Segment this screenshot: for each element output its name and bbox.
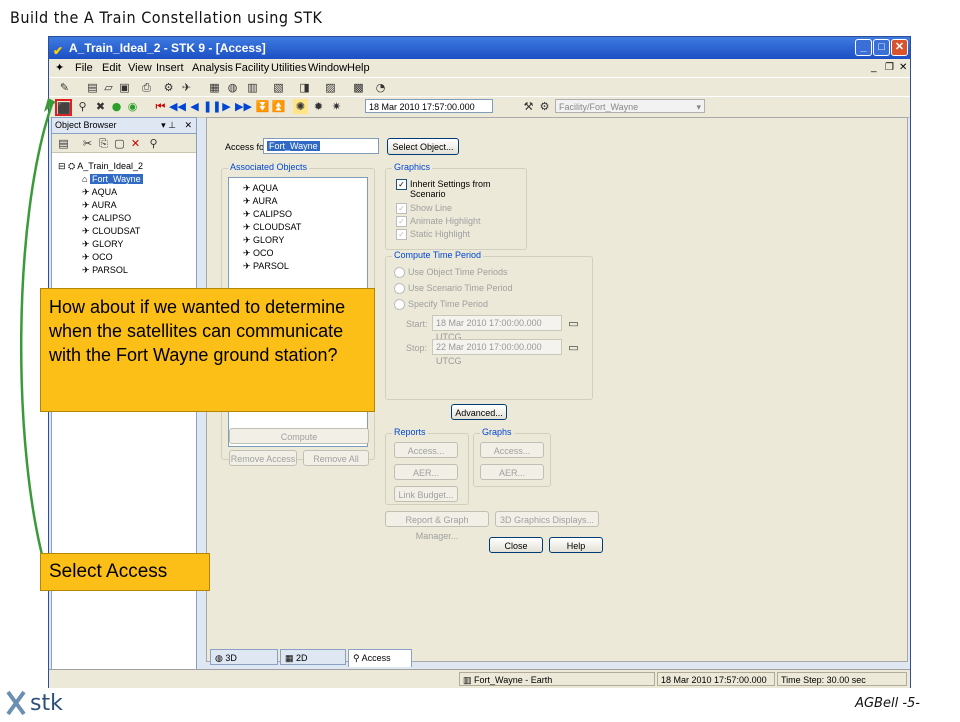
stk-logo-mark: stk: [6, 690, 63, 716]
slide-footer: AGBell -5-: [855, 696, 920, 711]
svg-text:stk: stk: [30, 691, 63, 716]
select-access-callout: Select Access: [40, 553, 210, 591]
question-callout: How about if we wanted to determine when…: [40, 288, 375, 412]
stk-logo: stk: [4, 688, 96, 722]
